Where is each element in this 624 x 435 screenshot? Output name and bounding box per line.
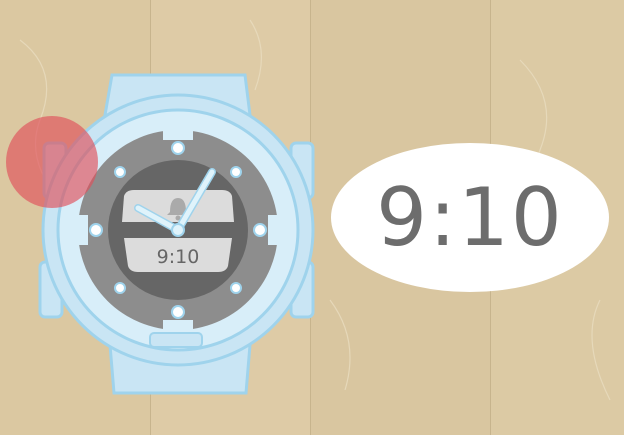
time-callout-bubble: 9:10 bbox=[331, 143, 609, 292]
lcd-time: 9:10 bbox=[157, 246, 200, 268]
time-callout-text: 9:10 bbox=[376, 171, 564, 264]
bottom-light-button bbox=[149, 332, 203, 348]
button-highlight bbox=[6, 116, 98, 208]
illustration-scene: 9:10 9:10 bbox=[0, 0, 624, 435]
